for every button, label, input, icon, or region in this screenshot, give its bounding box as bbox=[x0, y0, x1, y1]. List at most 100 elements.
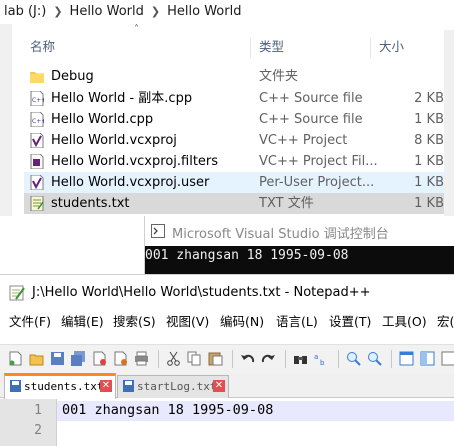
print-icon[interactable] bbox=[134, 351, 149, 366]
sync-scroll-icon[interactable] bbox=[399, 351, 414, 366]
text-editor[interactable]: 1 2 001 zhangsan 18 1995-09-08 bbox=[0, 399, 454, 446]
file-name: Hello World.vcxproj.filters bbox=[51, 154, 219, 169]
menu-encoding[interactable]: 编码(N) bbox=[220, 311, 264, 330]
word-wrap-icon[interactable] bbox=[420, 351, 435, 366]
filters-file-icon bbox=[30, 154, 44, 169]
close-file-icon[interactable] bbox=[92, 351, 107, 366]
file-row-debug[interactable]: Debug 文件夹 bbox=[24, 66, 454, 87]
svg-text:b: b bbox=[320, 359, 325, 366]
file-name: students.txt bbox=[51, 196, 130, 211]
toolbar-separator bbox=[232, 350, 233, 368]
tab-label: students.txt bbox=[24, 380, 104, 393]
column-header-size[interactable]: 大小 bbox=[379, 38, 404, 58]
menu-search[interactable]: 搜索(S) bbox=[113, 311, 156, 330]
tab-students-txt[interactable]: students.txt ✕ bbox=[4, 373, 116, 401]
undo-icon[interactable] bbox=[240, 351, 255, 366]
close-all-icon[interactable] bbox=[113, 351, 128, 366]
file-type: C++ Source file bbox=[259, 112, 363, 127]
toolbar: ab bbox=[0, 344, 454, 373]
tab-startlog-txt[interactable]: startLog.txt ✕ bbox=[117, 375, 229, 398]
file-name: Debug bbox=[51, 69, 94, 84]
find-icon[interactable] bbox=[293, 351, 308, 366]
file-type: Per-User Project... bbox=[259, 175, 375, 190]
menu-language[interactable]: 语言(L) bbox=[276, 311, 318, 330]
file-name: Hello World - 副本.cpp bbox=[51, 91, 193, 106]
open-file-icon[interactable] bbox=[29, 351, 44, 366]
file-type: VC++ Project Fil... bbox=[259, 154, 378, 169]
file-type: 文件夹 bbox=[259, 69, 299, 84]
cpp-file-icon: C++ bbox=[30, 91, 44, 106]
column-divider[interactable] bbox=[370, 38, 371, 58]
sort-ascending-icon: ˄ bbox=[134, 24, 139, 35]
file-row-vcxproj-filters[interactable]: Hello World.vcxproj.filters VC++ Project… bbox=[24, 151, 454, 172]
file-row-vcxproj[interactable]: Hello World.vcxproj VC++ Project 8 KB bbox=[24, 130, 454, 151]
column-divider[interactable] bbox=[250, 38, 251, 58]
save-all-icon[interactable] bbox=[71, 351, 86, 366]
menu-macro[interactable]: 宏( bbox=[437, 311, 454, 330]
folder-icon bbox=[30, 72, 44, 83]
file-type: VC++ Project bbox=[259, 133, 348, 148]
console-output-area[interactable]: 001 zhangsan 18 1995-09-08 bbox=[145, 246, 454, 274]
console-titlebar[interactable]: Microsoft Visual Studio 调试控制台 bbox=[145, 216, 454, 246]
editor-line[interactable]: 001 zhangsan 18 1995-09-08 bbox=[62, 402, 273, 418]
debug-console-window[interactable]: Microsoft Visual Studio 调试控制台 001 zhangs… bbox=[144, 216, 454, 274]
replace-icon[interactable]: ab bbox=[314, 351, 329, 366]
line-number: 1 bbox=[34, 403, 42, 418]
svg-text:C++: C++ bbox=[32, 118, 44, 125]
saved-file-icon bbox=[123, 380, 134, 392]
document-tab-bar: students.txt ✕ startLog.txt ✕ bbox=[0, 373, 454, 401]
file-type: C++ Source file bbox=[259, 91, 363, 106]
file-row-cpp-copy[interactable]: C++ Hello World - 副本.cpp C++ Source file… bbox=[24, 88, 454, 109]
menu-tools[interactable]: 工具(O) bbox=[382, 311, 427, 330]
notepadpp-titlebar[interactable]: J:\Hello World\Hello World\students.txt … bbox=[0, 275, 454, 309]
breadcrumb-separator-icon: ❯ bbox=[150, 4, 161, 18]
saved-file-icon bbox=[10, 380, 21, 392]
notepadpp-app-icon bbox=[9, 285, 25, 301]
tab-close-icon[interactable]: ✕ bbox=[100, 380, 112, 392]
tab-label: startLog.txt bbox=[137, 380, 217, 393]
vcxproj-file-icon bbox=[30, 133, 44, 148]
file-name: Hello World.vcxproj.user bbox=[51, 175, 210, 190]
breadcrumb: lab (J:) ❯ Hello World ❯ Hello World bbox=[0, 0, 454, 22]
menu-edit[interactable]: 编辑(E) bbox=[61, 311, 104, 330]
toolbar-separator bbox=[158, 350, 159, 368]
breadcrumb-drive[interactable]: lab (J:) bbox=[0, 4, 50, 19]
notepadpp-window[interactable]: J:\Hello World\Hello World\students.txt … bbox=[0, 274, 454, 446]
window-title: J:\Hello World\Hello World\students.txt … bbox=[32, 285, 371, 300]
menu-bar: 文件(F) 编辑(E) 搜索(S) 视图(V) 编码(N) 语言(L) 设置(T… bbox=[0, 309, 454, 331]
file-size: 2 KB bbox=[414, 91, 444, 106]
file-explorer: lab (J:) ❯ Hello World ❯ Hello World ˄ 名… bbox=[0, 0, 454, 216]
user-file-icon bbox=[30, 175, 44, 190]
cut-icon[interactable] bbox=[166, 351, 181, 366]
tab-close-icon[interactable]: ✕ bbox=[213, 380, 225, 392]
copy-icon[interactable] bbox=[187, 351, 202, 366]
breadcrumb-current-folder[interactable]: Hello World bbox=[163, 4, 245, 19]
file-size: 1 KB bbox=[414, 154, 444, 169]
column-header-name[interactable]: 名称 bbox=[30, 38, 55, 58]
menu-settings[interactable]: 设置(T) bbox=[329, 311, 371, 330]
menu-view[interactable]: 视图(V) bbox=[166, 311, 209, 330]
save-icon[interactable] bbox=[50, 351, 65, 366]
menu-file[interactable]: 文件(F) bbox=[9, 311, 51, 330]
vertical-scrollbar[interactable] bbox=[444, 30, 454, 216]
console-output-line: 001 zhangsan 18 1995-09-08 bbox=[145, 248, 349, 263]
new-file-icon[interactable] bbox=[8, 351, 23, 366]
console-title: Microsoft Visual Studio 调试控制台 bbox=[172, 227, 389, 242]
line-number: 2 bbox=[34, 423, 42, 438]
file-name: Hello World.cpp bbox=[51, 112, 154, 127]
file-row-cpp[interactable]: C++ Hello World.cpp C++ Source file 1 KB bbox=[24, 109, 454, 130]
file-size: 8 KB bbox=[414, 133, 444, 148]
file-row-vcxproj-user[interactable]: Hello World.vcxproj.user Per-User Projec… bbox=[24, 172, 454, 193]
file-row-students-txt[interactable]: students.txt TXT 文件 1 KB bbox=[24, 193, 454, 214]
breadcrumb-folder[interactable]: Hello World bbox=[66, 4, 148, 19]
navigation-pane-edge[interactable] bbox=[0, 24, 12, 216]
column-header-type[interactable]: 类型 bbox=[259, 38, 284, 58]
svg-text:C++: C++ bbox=[32, 97, 44, 104]
zoom-in-icon[interactable] bbox=[346, 351, 361, 366]
zoom-out-icon[interactable] bbox=[367, 351, 382, 366]
svg-text:a: a bbox=[314, 353, 318, 361]
breadcrumb-separator-icon: ❯ bbox=[53, 4, 63, 18]
paste-icon[interactable] bbox=[208, 351, 223, 366]
show-all-chars-icon[interactable] bbox=[441, 351, 454, 366]
redo-icon[interactable] bbox=[261, 351, 276, 366]
